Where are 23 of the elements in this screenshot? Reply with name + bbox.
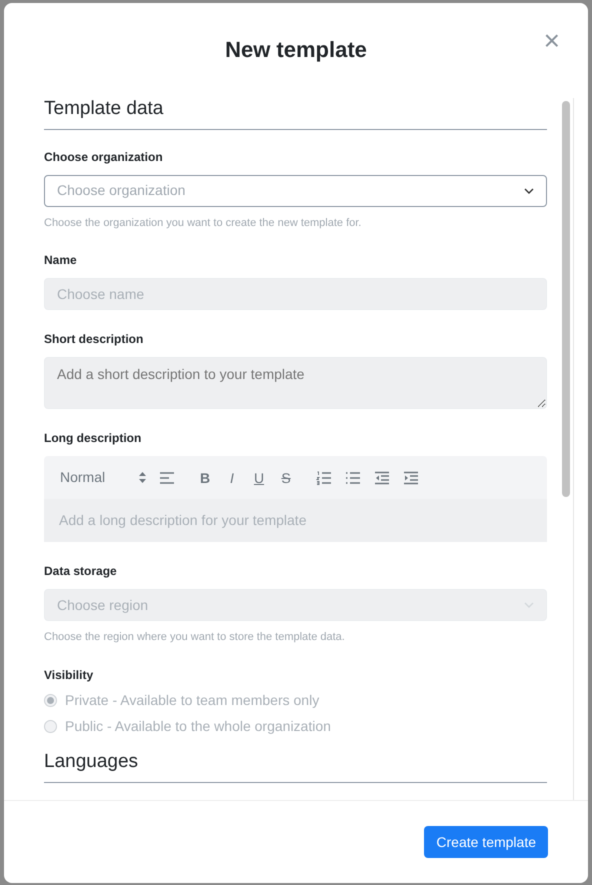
chevron-down-icon	[524, 602, 534, 608]
sort-arrows-icon	[139, 472, 146, 484]
field-label: Data storage	[44, 563, 118, 580]
section-heading: Languages	[44, 750, 547, 783]
outdent-icon[interactable]	[374, 470, 390, 485]
field-label: Short description	[44, 331, 144, 348]
select-field[interactable]: Choose organization	[44, 174, 547, 207]
field-label: Choose organization	[44, 148, 164, 166]
align-left-icon[interactable]	[159, 470, 175, 485]
close-button[interactable]: ×	[544, 27, 560, 55]
field-label: Visibility	[44, 666, 94, 684]
create-template-button[interactable]: Create template	[424, 826, 548, 858]
modal-title: New template	[225, 37, 367, 64]
bullet-list-icon[interactable]	[345, 470, 361, 485]
field-label: Name	[44, 252, 78, 270]
field-label: Long description	[44, 430, 142, 448]
help-text: Choose the region where you want to store the template data.	[44, 630, 346, 646]
numbered-list-icon[interactable]	[316, 470, 332, 485]
help-text: Choose the organization you want to create the new template for.	[44, 216, 362, 231]
scrollbar-thumb[interactable]	[562, 101, 570, 497]
indent-icon[interactable]	[403, 470, 419, 485]
chevron-down-icon	[524, 188, 534, 194]
section-heading: Template data	[44, 98, 547, 130]
